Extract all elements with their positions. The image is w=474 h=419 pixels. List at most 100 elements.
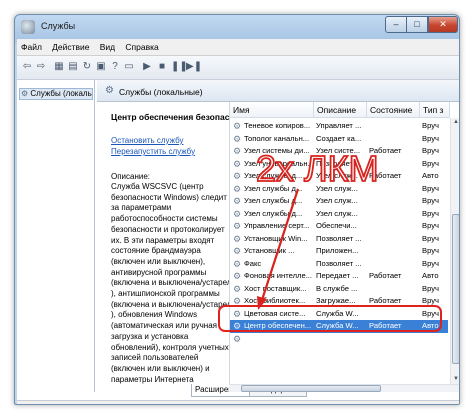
scroll-thumb[interactable] xyxy=(452,214,459,364)
service-startup-type: Вруч xyxy=(422,196,439,205)
service-name: Теневое копиров... xyxy=(244,121,311,130)
service-row[interactable]: ⚙ Узел службы д... Узел служ... Вруч xyxy=(230,208,448,221)
stop-service-icon[interactable]: ■ xyxy=(156,61,168,73)
description-line: параметры Интернета xyxy=(111,374,194,384)
service-description-pane: Центр обеспечения безопасности Остановит… xyxy=(97,102,229,384)
tree-item-label: Службы (локальные xyxy=(30,89,92,98)
console-icon[interactable]: ▭ xyxy=(123,61,135,73)
horizontal-scrollbar[interactable] xyxy=(229,384,459,392)
service-row[interactable]: ⚙ Центр обеспечен... Служба W... Работает Ав… xyxy=(230,320,448,333)
export-list-icon[interactable]: ▣ xyxy=(95,61,107,73)
service-gear-icon: ⚙ xyxy=(233,208,242,219)
service-gear-icon: ⚙ xyxy=(233,146,242,156)
service-gear-icon: ⚙ xyxy=(233,321,242,331)
back-icon[interactable]: ⇦ xyxy=(21,61,33,73)
pause-service-icon[interactable]: ❚❚ xyxy=(171,61,188,73)
service-name: Хост поставщик... xyxy=(244,283,307,293)
service-startup-type: Вруч xyxy=(422,296,439,305)
service-description: Позволяет ... xyxy=(316,233,362,243)
description-line: ), обновления Windows xyxy=(111,310,198,320)
service-name: Хост библиотек... xyxy=(244,296,306,305)
service-row-partial: ⚙ xyxy=(230,333,448,346)
service-gear-icon: ⚙ xyxy=(233,158,242,169)
service-row[interactable]: ⚙ Тополог канальн... Создает ка... Вруч xyxy=(230,133,448,146)
scroll-down-icon[interactable]: ▼ xyxy=(452,375,459,384)
description-text: Служба WSCSVC (центр безопасности Windows… xyxy=(111,182,229,384)
gear-icon: ⚙ xyxy=(105,85,114,96)
column-header-name[interactable]: Имя xyxy=(230,102,314,118)
service-name: Тополог канальн... xyxy=(244,133,310,143)
service-row[interactable]: ⚙ Фоновая интелле... Передает ... Работает А… xyxy=(230,270,448,283)
service-gear-icon: ⚙ xyxy=(233,171,242,181)
service-startup-type: Вруч xyxy=(422,158,439,168)
minimize-button[interactable]: – xyxy=(385,16,407,33)
annotation-label: 2x ЛКМ xyxy=(255,148,379,189)
service-description: В службе ... xyxy=(316,283,358,293)
gear-icon: ⚙ xyxy=(21,89,29,98)
close-button[interactable]: ✕ xyxy=(428,16,458,33)
help-icon[interactable]: ? xyxy=(109,61,121,73)
selected-service-title: Центр обеспечения безопасности xyxy=(111,112,229,122)
restart-service-icon[interactable]: ▶❚ xyxy=(186,61,202,73)
properties-icon[interactable]: ▤ xyxy=(67,61,79,73)
service-name: Установщик ... xyxy=(244,246,295,255)
maximize-button[interactable]: □ xyxy=(407,16,428,33)
console-tree: ⚙ Службы (локальные xyxy=(17,80,95,392)
column-header-status[interactable]: Состояние xyxy=(367,102,420,118)
description-line: (включен или выключен), xyxy=(111,256,206,266)
description-line: Служба WSCSVC (центр xyxy=(111,182,204,191)
console-tree-icon[interactable]: ▦ xyxy=(53,61,65,73)
service-row[interactable]: ⚙ Управление серт... Обеспечи... Вруч xyxy=(230,220,448,233)
service-row[interactable]: ⚙ Хост поставщик... В службе ... Вруч xyxy=(230,283,448,296)
hscroll-thumb[interactable] xyxy=(241,385,381,392)
menu-bar: Файл Действие Вид Справка xyxy=(17,39,459,56)
service-startup-type: Авто xyxy=(422,171,439,180)
service-name: Узел службы д... xyxy=(244,196,303,205)
menu-action[interactable]: Действие xyxy=(48,39,93,55)
service-name: Центр обеспечен... xyxy=(244,321,312,330)
services-window: Службы – □ ✕ Файл Действие Вид Справка ⇦… xyxy=(14,14,460,405)
service-status: Работает xyxy=(369,321,402,330)
service-row[interactable]: ⚙ Установщик Win... Позволяет ... Вруч xyxy=(230,233,448,246)
service-gear-icon: ⚙ xyxy=(233,221,242,231)
service-startup-type: Вруч xyxy=(422,233,439,243)
service-row[interactable]: ⚙ Факс Позволяет ... Вруч xyxy=(230,258,448,271)
service-row[interactable]: ⚙ Установщик ... Приложен... Вруч xyxy=(230,245,448,258)
services-app-icon xyxy=(21,20,35,34)
title-bar[interactable]: Службы – □ ✕ xyxy=(15,15,459,39)
service-row[interactable]: ⚙ Цветовая систе... Служба W... Вруч xyxy=(230,308,448,321)
services-list: Имя Описание Состояние Тип з ⚙ Теневое ко… xyxy=(229,102,459,384)
description-line: записей пользователей xyxy=(111,353,199,363)
menu-view[interactable]: Вид xyxy=(96,39,119,55)
service-description: Передает ... xyxy=(316,271,359,280)
menu-help[interactable]: Справка xyxy=(121,39,162,55)
service-description: Служба W... xyxy=(316,308,359,318)
service-gear-icon: ⚙ xyxy=(233,333,242,344)
tree-item-local-services[interactable]: ⚙ Службы (локальные xyxy=(19,88,93,100)
menu-file[interactable]: Файл xyxy=(17,39,46,55)
service-name: Узел службы д... xyxy=(244,208,303,218)
service-name: Управление серт... xyxy=(244,221,310,230)
column-header-startup-type[interactable]: Тип з xyxy=(420,102,450,118)
vertical-scrollbar[interactable]: ▲ ▼ xyxy=(450,118,459,384)
service-startup-type: Вруч xyxy=(422,258,439,268)
start-service-icon[interactable]: ▶ xyxy=(141,61,153,73)
description-line: за параметрами xyxy=(111,203,172,213)
service-row[interactable]: ⚙ Хост библиотек... Загружае... Работает Вру… xyxy=(230,295,448,308)
column-header-description[interactable]: Описание xyxy=(314,102,367,118)
service-startup-type: Вруч xyxy=(422,121,439,130)
service-row[interactable]: ⚙ Теневое копиров... Управляет ... Вруч xyxy=(230,120,448,133)
service-row[interactable]: ⚙ Узел службы д... Узел служ... Вруч xyxy=(230,195,448,208)
scroll-up-icon[interactable]: ▲ xyxy=(452,118,459,127)
service-gear-icon: ⚙ xyxy=(233,271,242,281)
refresh-icon[interactable]: ↻ xyxy=(81,61,93,73)
toolbar: ⇦ ⇨ ▦ ▤ ↻ ▣ ? ▭ ▶ ■ ❚❚ ▶❚ xyxy=(17,56,459,80)
service-name: Фоновая интелле... xyxy=(244,271,313,280)
service-gear-icon: ⚙ xyxy=(233,308,242,319)
forward-icon[interactable]: ⇨ xyxy=(35,61,47,73)
service-startup-type: Вруч xyxy=(422,183,439,193)
service-status: Работает xyxy=(369,296,402,305)
stop-service-link[interactable]: Остановить службу xyxy=(111,136,184,145)
service-name: Цветовая систе... xyxy=(244,308,306,318)
restart-service-link[interactable]: Перезапустить службу xyxy=(111,147,195,156)
